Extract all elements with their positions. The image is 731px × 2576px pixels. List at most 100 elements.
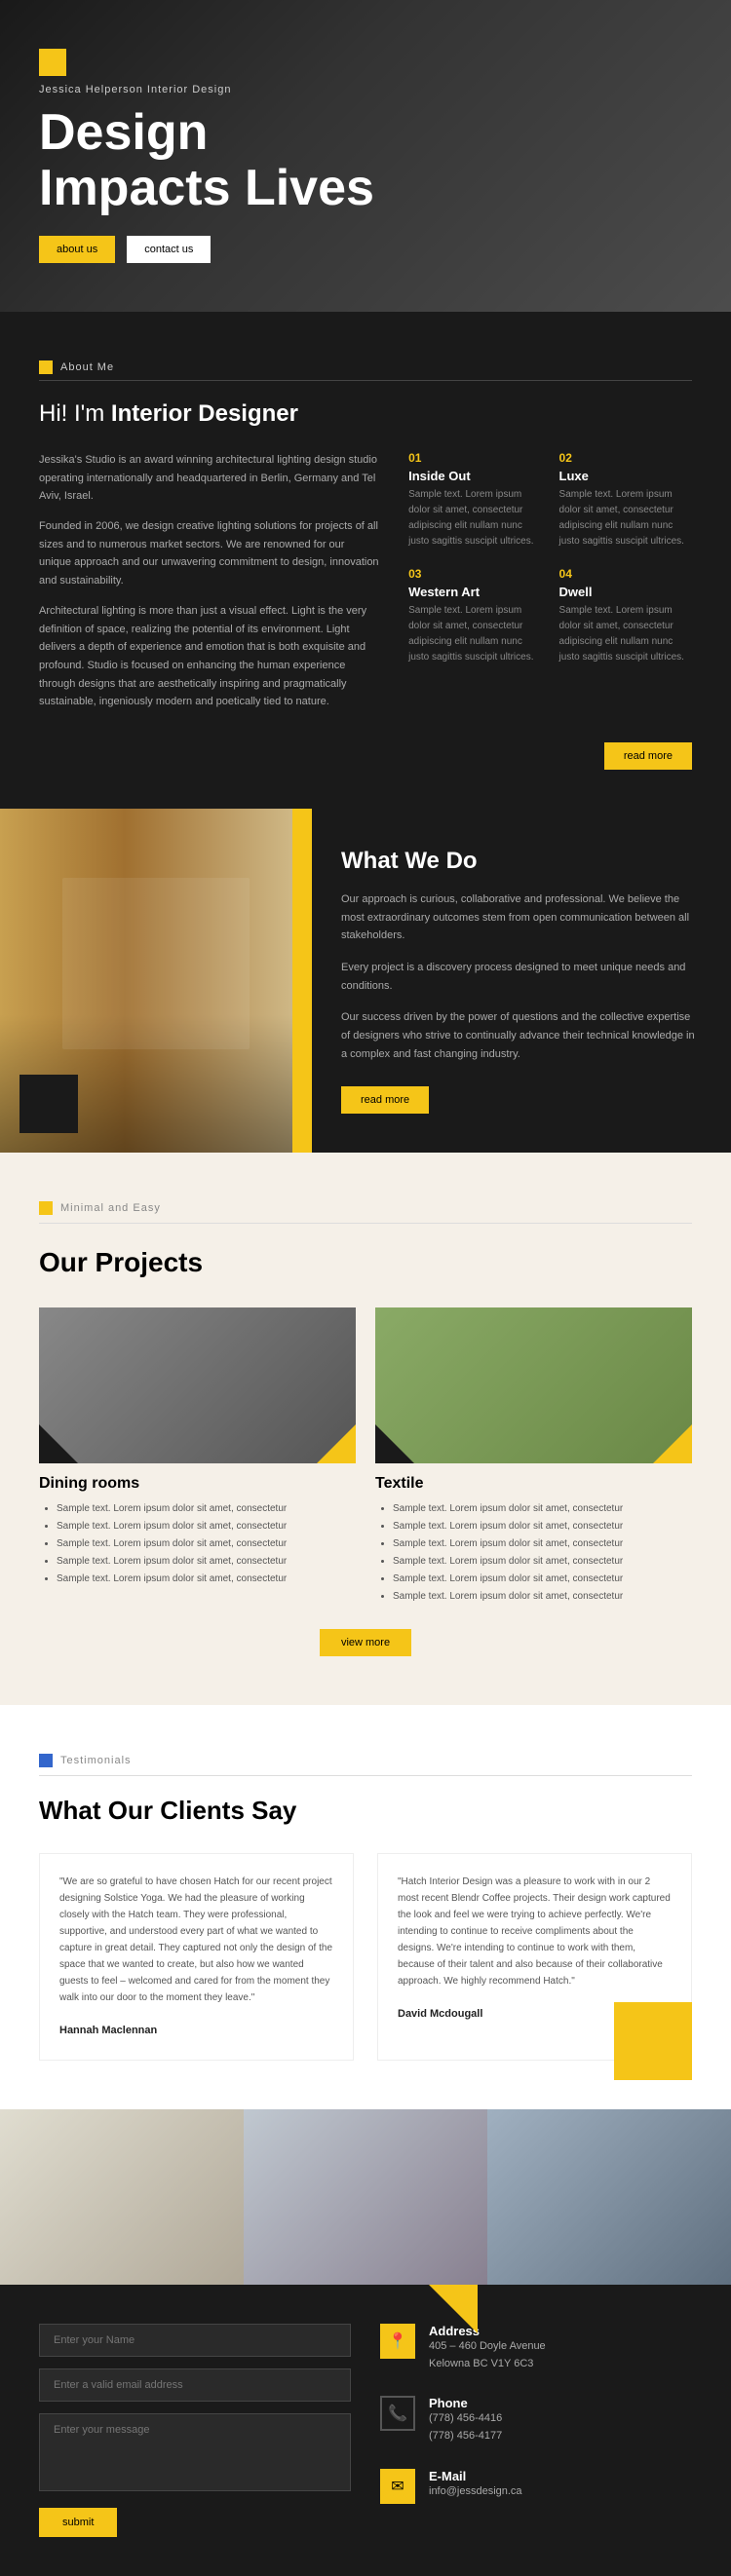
project-card-1: Textile Sample text. Lorem ipsum dolor s… [375,1307,692,1606]
feature-num-2: 03 [408,567,541,581]
contact-info-label-1: Phone [429,2396,502,2410]
feature-text-1: Sample text. Lorem ipsum dolor sit amet,… [559,487,692,549]
about-grid: Jessika's Studio is an award winning arc… [39,451,692,723]
feature-title-1: Luxe [559,469,692,483]
about-section: About Me Hi! I'm Interior Designer Jessi… [0,312,731,809]
projects-label-text: Minimal and Easy [60,1202,161,1214]
contact-message-input[interactable] [39,2413,351,2491]
contact-us-button[interactable]: contact us [127,236,211,263]
testimonials-heading: What Our Clients Say [39,1796,692,1826]
gallery-image-3 [487,2109,731,2285]
what-we-do-section: What We Do Our approach is curious, coll… [0,809,731,1154]
about-para1: Jessika's Studio is an award winning arc… [39,451,379,506]
about-label-square [39,360,53,374]
projects-label-wrapper: Minimal and Easy [39,1201,692,1215]
project-yellow-triangle-0 [317,1424,356,1463]
testimonials-label-wrapper: Testimonials [39,1754,692,1767]
feature-item-2: 03 Western Art Sample text. Lorem ipsum … [408,567,541,665]
hero-section: Jessica Helperson Interior Design Design… [0,0,731,312]
feature-text-3: Sample text. Lorem ipsum dolor sit amet,… [559,603,692,665]
view-more-button[interactable]: view more [320,1629,411,1656]
feature-title-2: Western Art [408,585,541,599]
project-card-0: Dining rooms Sample text. Lorem ipsum do… [39,1307,356,1606]
submit-button[interactable]: submit [39,2508,117,2537]
project-list-item: Sample text. Lorem ipsum dolor sit amet,… [393,1553,692,1571]
contact-email-input[interactable] [39,2368,351,2402]
about-label-text: About Me [60,361,114,373]
projects-label-square [39,1201,53,1215]
hero-title: Design Impacts Lives [39,105,692,216]
project-list-1: Sample text. Lorem ipsum dolor sit amet,… [375,1500,692,1606]
hero-title-line1: Design [39,104,208,161]
feature-text-2: Sample text. Lorem ipsum dolor sit amet,… [408,603,541,665]
about-para2: Founded in 2006, we design creative ligh… [39,517,379,590]
wwd-text3: Our success driven by the power of quest… [341,1008,702,1063]
gallery-image-1 [0,2109,244,2285]
testimonials-divider [39,1775,692,1776]
wwd-read-more-button[interactable]: read more [341,1086,429,1114]
wwd-content: What We Do Our approach is curious, coll… [312,809,731,1154]
hero-buttons: about us contact us [39,236,692,263]
testimonial-text-2: "Hatch Interior Design was a pleasure to… [398,1874,672,1989]
about-heading: Hi! I'm Interior Designer [39,400,692,428]
contact-form-area: submit [39,2324,380,2537]
about-read-more-button[interactable]: read more [604,742,692,770]
contact-icon-2: ✉ [380,2469,415,2504]
contact-info-text-1: Phone (778) 456-4416(778) 456-4177 [429,2396,502,2444]
project-black-triangle-0 [39,1424,78,1463]
contact-info-label-2: E-Mail [429,2469,522,2483]
features-grid: 01 Inside Out Sample text. Lorem ipsum d… [408,451,692,665]
testimonial-card-1: "We are so grateful to have chosen Hatch… [39,1853,354,2061]
logo-square [39,49,66,76]
project-list-item: Sample text. Lorem ipsum dolor sit amet,… [57,1500,356,1518]
project-title-1: Textile [375,1475,692,1493]
testimonials-label-text: Testimonials [60,1755,132,1766]
wwd-text2: Every project is a discovery process des… [341,959,702,995]
project-list-item: Sample text. Lorem ipsum dolor sit amet,… [393,1571,692,1588]
wwd-black-square [19,1075,78,1133]
project-title-0: Dining rooms [39,1475,356,1493]
contact-icon-1: 📞 [380,2396,415,2431]
project-list-item: Sample text. Lorem ipsum dolor sit amet,… [57,1535,356,1553]
about-us-button[interactable]: about us [39,236,115,263]
testimonials-heading-bold: Clients Say [160,1796,296,1825]
project-black-triangle-1 [375,1424,414,1463]
contact-info-value-1: (778) 456-4416(778) 456-4177 [429,2410,502,2444]
testimonial-text-1: "We are so grateful to have chosen Hatch… [59,1874,333,2006]
about-right-column: 01 Inside Out Sample text. Lorem ipsum d… [408,451,692,723]
project-list-item: Sample text. Lorem ipsum dolor sit amet,… [393,1588,692,1606]
feature-item-0: 01 Inside Out Sample text. Lorem ipsum d… [408,451,541,549]
projects-section: Minimal and Easy Our Projects Dining roo… [0,1153,731,1705]
about-label-wrapper: About Me [39,360,692,374]
testimonials-label-square [39,1754,53,1767]
gallery-section [0,2109,731,2285]
hero-content: Jessica Helperson Interior Design Design… [39,49,692,263]
wwd-yellow-bar [292,809,312,1154]
about-heading-bold: Interior Designer [111,400,298,427]
feature-num-0: 01 [408,451,541,465]
feature-num-1: 02 [559,451,692,465]
wwd-image [0,809,312,1154]
gallery-image-2 [244,2109,487,2285]
project-list-item: Sample text. Lorem ipsum dolor sit amet,… [57,1571,356,1588]
testimonial-author-1: Hannah Maclennan [59,2022,333,2040]
wwd-heading-bold: We Do [404,848,477,874]
testimonials-section: Testimonials What Our Clients Say "We ar… [0,1705,731,2109]
contact-section: submit 📍 Address 405 – 460 Doyle AvenueK… [0,2285,731,2576]
testimonials-grid: "We are so grateful to have chosen Hatch… [39,1853,692,2061]
wwd-heading: What We Do [341,848,702,875]
feature-text-0: Sample text. Lorem ipsum dolor sit amet,… [408,487,541,549]
hero-brand: Jessica Helperson Interior Design [39,84,692,95]
feature-item-3: 04 Dwell Sample text. Lorem ipsum dolor … [559,567,692,665]
contact-info-text-2: E-Mail info@jessdesign.ca [429,2469,522,2501]
contact-info-value-2: info@jessdesign.ca [429,2483,522,2501]
feature-num-3: 04 [559,567,692,581]
contact-name-input[interactable] [39,2324,351,2357]
testimonials-yellow-deco [614,2002,692,2080]
projects-heading: Our Projects [39,1247,692,1278]
project-list-item: Sample text. Lorem ipsum dolor sit amet,… [393,1535,692,1553]
feature-title-3: Dwell [559,585,692,599]
hero-title-line2: Impacts Lives [39,160,374,216]
about-divider [39,380,692,381]
testimonials-heading-plain: What Our [39,1796,160,1825]
